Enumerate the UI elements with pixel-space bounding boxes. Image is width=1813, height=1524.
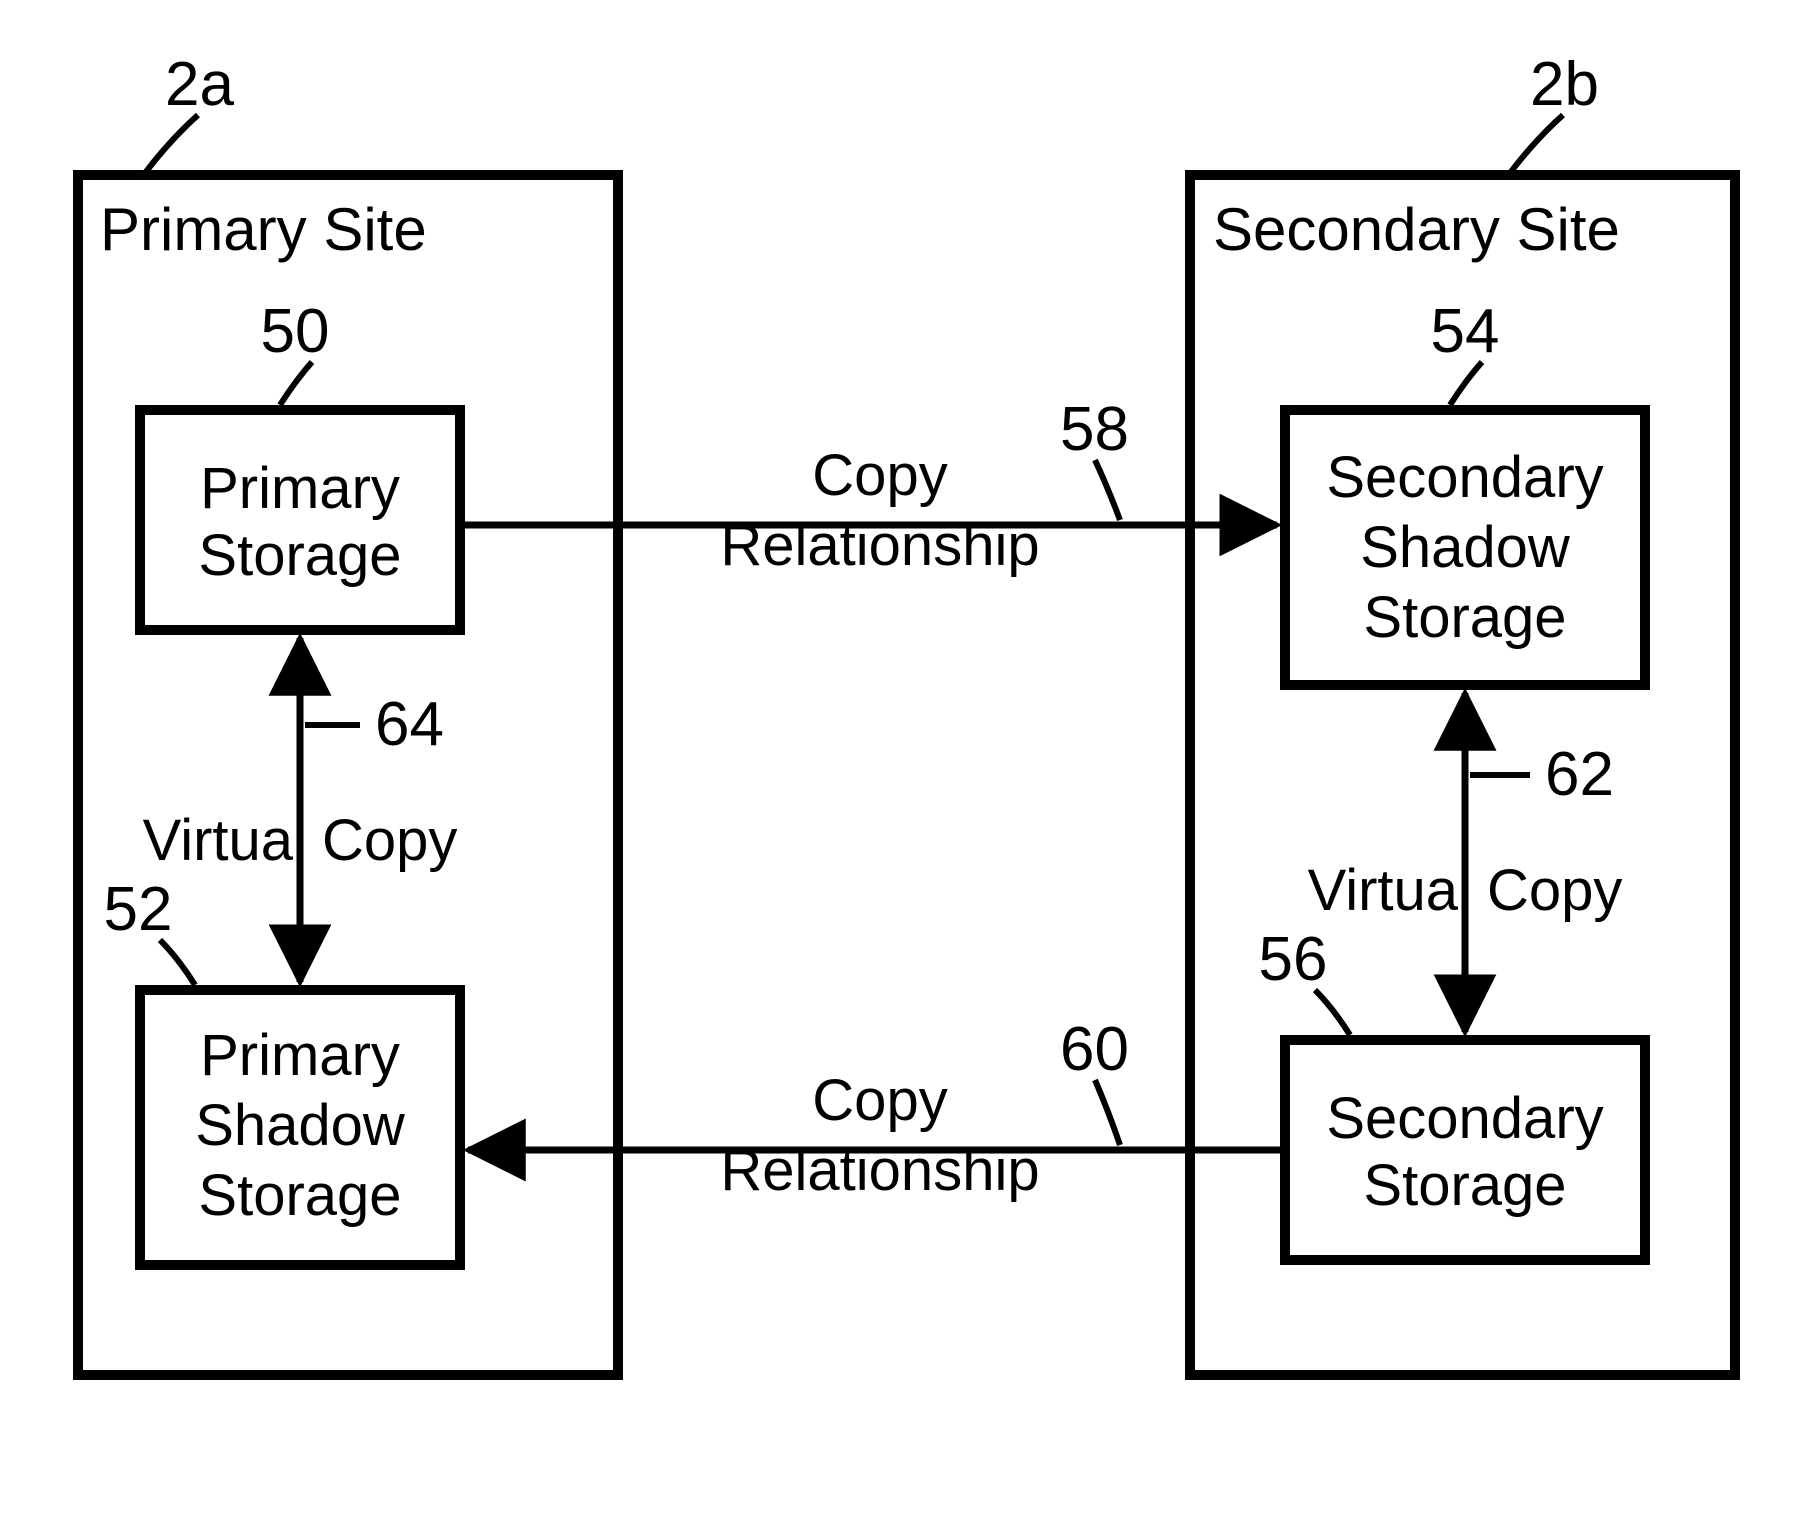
diagram-canvas: 2a Primary Site 50 Primary Storage 52 Pr… <box>0 0 1813 1524</box>
copy-rel-bottom-line2: Relationship <box>720 1138 1039 1203</box>
virtual-copy-label-primary: Virtual Copy <box>143 808 458 873</box>
copy-rel-top-line1: Copy <box>812 443 947 508</box>
primary-shadow-line3: Storage <box>198 1163 401 1228</box>
ref-tick <box>160 940 195 985</box>
ref-tick <box>280 362 312 405</box>
secondary-storage-line2: Storage <box>1363 1153 1566 1218</box>
ref-secondary-shadow: 54 <box>1431 297 1500 366</box>
ref-secondary-site: 2b <box>1530 50 1599 119</box>
ref-secondary-storage: 56 <box>1259 925 1328 994</box>
primary-shadow-line2: Shadow <box>195 1093 406 1158</box>
ref-virtual-copy-primary: 64 <box>375 690 444 759</box>
secondary-shadow-line3: Storage <box>1363 585 1566 650</box>
copy-rel-bottom-line1: Copy <box>812 1068 947 1133</box>
secondary-shadow-line2: Shadow <box>1360 515 1571 580</box>
primary-site-title: Primary Site <box>100 196 427 263</box>
ref-tick <box>1095 1080 1120 1145</box>
ref-copy-rel-bottom: 60 <box>1060 1015 1129 1084</box>
ref-tick <box>145 115 198 173</box>
ref-tick <box>1315 990 1350 1035</box>
ref-tick <box>1450 362 1482 405</box>
secondary-site-title: Secondary Site <box>1213 196 1620 263</box>
ref-copy-rel-top: 58 <box>1060 395 1129 464</box>
primary-shadow-line1: Primary <box>200 1023 400 1088</box>
primary-storage-line2: Storage <box>198 523 401 588</box>
ref-tick <box>1095 460 1120 520</box>
copy-rel-top-line2: Relationship <box>720 513 1039 578</box>
virtual-copy-label-secondary: Virtual Copy <box>1308 858 1623 923</box>
ref-primary-storage: 50 <box>261 297 330 366</box>
primary-storage-line1: Primary <box>200 456 400 521</box>
secondary-storage-line1: Secondary <box>1326 1086 1603 1151</box>
ref-tick <box>1510 115 1563 173</box>
ref-virtual-copy-secondary: 62 <box>1545 740 1614 809</box>
ref-primary-site: 2a <box>165 50 234 119</box>
secondary-shadow-line1: Secondary <box>1326 445 1603 510</box>
ref-primary-shadow: 52 <box>104 875 173 944</box>
